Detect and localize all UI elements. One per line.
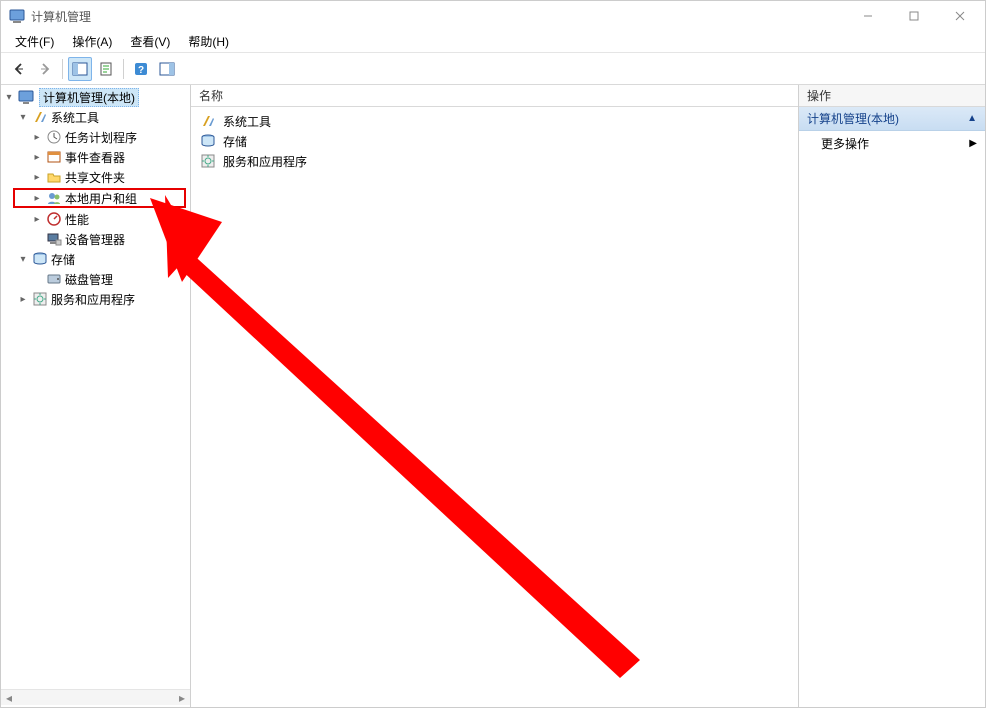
toolbar-separator [123, 59, 124, 79]
event-viewer-icon [46, 149, 62, 165]
storage-icon [32, 251, 48, 267]
list-item-system-tools[interactable]: 系统工具 [191, 111, 798, 131]
window-title: 计算机管理 [31, 8, 91, 25]
actions-more-operations[interactable]: 更多操作 ▶ [799, 131, 985, 155]
chevron-right-icon[interactable]: ▸ [31, 193, 43, 204]
tree-node-label: 计算机管理(本地) [43, 91, 135, 105]
show-hide-tree-button[interactable] [68, 57, 92, 81]
tree-node-event-viewer[interactable]: ▸ 事件查看器 [1, 147, 190, 167]
tree-node-storage[interactable]: ▾ 存储 [1, 249, 190, 269]
expander-blank: ▸ [31, 274, 43, 285]
list-item-label: 服务和应用程序 [223, 153, 307, 170]
maximize-button[interactable] [891, 1, 937, 31]
system-tools-icon [32, 109, 48, 125]
svg-text:?: ? [138, 65, 144, 76]
chevron-down-icon[interactable]: ▾ [17, 112, 29, 123]
chevron-up-icon: ▲ [967, 113, 977, 124]
titlebar: 计算机管理 [1, 1, 985, 31]
tree-node-services-and-apps[interactable]: ▸ 服务和应用程序 [1, 289, 190, 309]
tree-node-label: 事件查看器 [65, 149, 125, 166]
actions-item-label: 更多操作 [821, 135, 869, 152]
window-controls [845, 1, 983, 31]
tree-node-label: 本地用户和组 [65, 190, 137, 207]
storage-icon [200, 133, 216, 149]
nav-back-button[interactable] [7, 57, 31, 81]
help-button[interactable]: ? [129, 57, 153, 81]
chevron-right-icon: ▶ [969, 138, 977, 149]
tree-root-computer-management[interactable]: ▾ 计算机管理(本地) [1, 87, 190, 107]
minimize-button[interactable] [845, 1, 891, 31]
menubar: 文件(F) 操作(A) 查看(V) 帮助(H) [1, 31, 985, 53]
list-item-storage[interactable]: 存储 [191, 131, 798, 151]
tree-node-label: 磁盘管理 [65, 271, 113, 288]
tree-node-task-scheduler[interactable]: ▸ 任务计划程序 [1, 127, 190, 147]
tree-horizontal-scrollbar[interactable]: ◂ ▸ [1, 689, 190, 705]
tree-node-local-users-and-groups[interactable]: ▸ 本地用户和组 [13, 188, 186, 208]
tree-node-label: 服务和应用程序 [51, 291, 135, 308]
list-body: 系统工具 存储 服务和应用程序 [191, 107, 798, 707]
actions-header-label: 操作 [807, 87, 831, 104]
tree-node-label: 设备管理器 [65, 231, 125, 248]
computer-management-icon [18, 89, 34, 105]
close-button[interactable] [937, 1, 983, 31]
list-item-label: 系统工具 [223, 113, 271, 130]
tree-node-performance[interactable]: ▸ 性能 [1, 209, 190, 229]
actions-section-label: 计算机管理(本地) [807, 110, 899, 127]
menu-view[interactable]: 查看(V) [122, 31, 178, 52]
tree-node-disk-management[interactable]: ▸ 磁盘管理 [1, 269, 190, 289]
chevron-right-icon[interactable]: ▸ [31, 214, 43, 225]
list-pane: 名称 系统工具 存储 服务和应用程序 [191, 85, 799, 707]
tree-node-label: 共享文件夹 [65, 169, 125, 186]
menu-help[interactable]: 帮助(H) [180, 31, 237, 52]
tree-pane: ▾ 计算机管理(本地) ▾ 系统工具 ▸ 任务计划程序 ▸ 事件查看器 ▸ [1, 85, 191, 707]
chevron-right-icon[interactable]: ▸ [31, 132, 43, 143]
app-icon [9, 8, 25, 24]
column-header-name: 名称 [199, 87, 223, 104]
expander-blank: ▸ [31, 234, 43, 245]
menu-file[interactable]: 文件(F) [7, 31, 62, 52]
actions-header: 操作 [799, 85, 985, 107]
clock-icon [46, 129, 62, 145]
users-icon [46, 190, 62, 206]
chevron-down-icon[interactable]: ▾ [17, 254, 29, 265]
actions-pane: 操作 计算机管理(本地) ▲ 更多操作 ▶ [799, 85, 985, 707]
menu-action[interactable]: 操作(A) [64, 31, 120, 52]
nav-forward-button[interactable] [33, 57, 57, 81]
shared-folders-icon [46, 169, 62, 185]
performance-icon [46, 211, 62, 227]
chevron-right-icon[interactable]: ▸ [31, 152, 43, 163]
chevron-down-icon[interactable]: ▾ [3, 92, 15, 103]
toolbar-separator [62, 59, 63, 79]
toolbar: ? [1, 53, 985, 85]
tree-node-device-manager[interactable]: ▸ 设备管理器 [1, 229, 190, 249]
list-item-services-and-apps[interactable]: 服务和应用程序 [191, 151, 798, 171]
tree-node-label: 存储 [51, 251, 75, 268]
chevron-right-icon[interactable]: ▸ [17, 294, 29, 305]
tree-node-system-tools[interactable]: ▾ 系统工具 [1, 107, 190, 127]
list-item-label: 存储 [223, 133, 247, 150]
show-hide-action-pane-button[interactable] [155, 57, 179, 81]
services-icon [200, 153, 216, 169]
content-area: ▾ 计算机管理(本地) ▾ 系统工具 ▸ 任务计划程序 ▸ 事件查看器 ▸ [1, 85, 985, 707]
services-icon [32, 291, 48, 307]
tree-node-label: 任务计划程序 [65, 129, 137, 146]
actions-section-header[interactable]: 计算机管理(本地) ▲ [799, 107, 985, 131]
chevron-right-icon[interactable]: ▸ [31, 172, 43, 183]
window-root: 计算机管理 文件(F) 操作(A) 查看(V) 帮助(H) ? [0, 0, 986, 708]
scroll-track[interactable] [17, 690, 174, 705]
list-column-header[interactable]: 名称 [191, 85, 798, 107]
system-tools-icon [200, 113, 216, 129]
disk-management-icon [46, 271, 62, 287]
tree-node-label: 性能 [65, 211, 89, 228]
properties-button[interactable] [94, 57, 118, 81]
tree-node-shared-folders[interactable]: ▸ 共享文件夹 [1, 167, 190, 187]
scroll-right-arrow-icon[interactable]: ▸ [174, 690, 190, 705]
device-manager-icon [46, 231, 62, 247]
scroll-left-arrow-icon[interactable]: ◂ [1, 690, 17, 705]
tree-node-label: 系统工具 [51, 109, 99, 126]
